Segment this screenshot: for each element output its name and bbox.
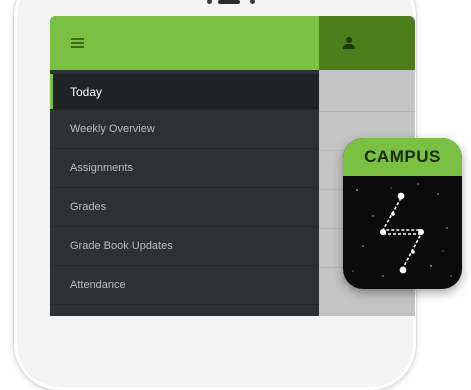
drawer-item-grades[interactable]: Grades bbox=[50, 188, 319, 227]
user-profile-icon bbox=[343, 37, 355, 49]
constellation-logo-icon bbox=[352, 183, 452, 277]
camera-dot bbox=[250, 0, 255, 4]
drawer-item-weekly-overview[interactable]: Weekly Overview bbox=[50, 110, 319, 149]
app-icon-band: CAMPUS bbox=[343, 138, 462, 176]
hamburger-menu-icon bbox=[70, 38, 84, 48]
user-profile-button[interactable] bbox=[334, 28, 364, 58]
drawer-header bbox=[50, 16, 319, 70]
drawer-item-today[interactable]: Today bbox=[50, 74, 319, 110]
drawer-item-attendance[interactable]: Attendance bbox=[50, 266, 319, 305]
sensor-dot bbox=[207, 0, 212, 4]
drawer-menu: Today Weekly Overview Assignments Grades… bbox=[50, 74, 319, 305]
navigation-drawer: Today Weekly Overview Assignments Grades… bbox=[50, 16, 319, 316]
app-icon-name: CAMPUS bbox=[364, 147, 441, 166]
campus-app-icon: CAMPUS bbox=[343, 138, 462, 289]
drawer-item-grade-book-updates[interactable]: Grade Book Updates bbox=[50, 227, 319, 266]
speaker-grille bbox=[218, 0, 240, 4]
hamburger-menu-button[interactable] bbox=[64, 30, 90, 56]
drawer-item-assignments[interactable]: Assignments bbox=[50, 149, 319, 188]
